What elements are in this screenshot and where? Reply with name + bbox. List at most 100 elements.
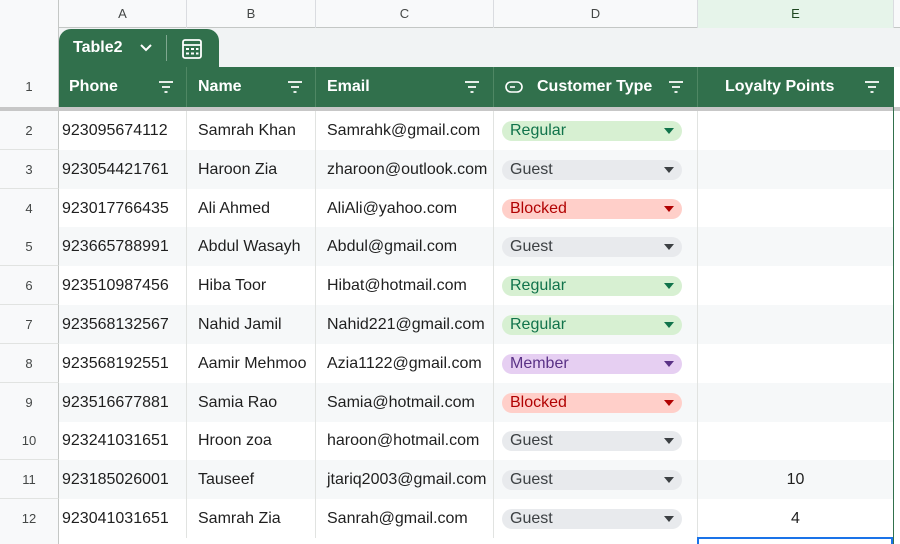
row-number[interactable]: 5: [0, 227, 59, 266]
row-number[interactable]: 7: [0, 305, 59, 344]
chevron-down-icon[interactable]: [139, 42, 153, 54]
customer-type-dropdown-chip[interactable]: Member: [502, 354, 682, 374]
phone-cell[interactable]: 923095674112: [59, 111, 187, 150]
customer-type-dropdown-chip[interactable]: Blocked: [502, 393, 682, 413]
dropdown-arrow-icon[interactable]: [664, 516, 674, 522]
customer-type-cell[interactable]: Guest: [494, 460, 698, 499]
selected-cell[interactable]: [697, 537, 893, 544]
dropdown-arrow-icon[interactable]: [664, 322, 674, 328]
phone-cell[interactable]: 923568132567: [59, 305, 187, 344]
email-cell[interactable]: Azia1122@gmail.com: [316, 344, 494, 383]
loyalty-points-cell[interactable]: [698, 150, 893, 189]
customer-type-cell[interactable]: Guest: [494, 227, 698, 266]
header-cell-email[interactable]: Email: [316, 67, 494, 107]
row-number[interactable]: 11: [0, 460, 59, 499]
email-cell[interactable]: jtariq2003@gmail.com: [316, 460, 494, 499]
column-header-d[interactable]: D: [494, 0, 698, 28]
header-cell-name[interactable]: Name: [187, 67, 316, 107]
name-cell[interactable]: Haroon Zia: [187, 150, 316, 189]
name-cell[interactable]: Ali Ahmed: [187, 189, 316, 228]
customer-type-cell[interactable]: Regular: [494, 305, 698, 344]
email-cell[interactable]: Sanrah@gmail.com: [316, 499, 494, 538]
customer-type-cell[interactable]: Member: [494, 344, 698, 383]
loyalty-points-cell[interactable]: 4: [698, 499, 893, 538]
dropdown-arrow-icon[interactable]: [664, 361, 674, 367]
loyalty-points-cell[interactable]: [698, 266, 893, 305]
dropdown-arrow-icon[interactable]: [664, 400, 674, 406]
email-cell[interactable]: Abdul@gmail.com: [316, 227, 494, 266]
name-cell[interactable]: Samrah Zia: [187, 499, 316, 538]
customer-type-dropdown-chip[interactable]: Guest: [502, 431, 682, 451]
loyalty-points-cell[interactable]: [698, 383, 893, 422]
dropdown-arrow-icon[interactable]: [664, 438, 674, 444]
phone-cell[interactable]: 923665788991: [59, 227, 187, 266]
dropdown-arrow-icon[interactable]: [664, 128, 674, 134]
select-all-corner[interactable]: [0, 0, 59, 28]
dropdown-arrow-icon[interactable]: [664, 206, 674, 212]
name-cell[interactable]: Hroon zoa: [187, 421, 316, 460]
name-cell[interactable]: Aamir Mehmoo: [187, 344, 316, 383]
filter-icon[interactable]: [464, 80, 480, 94]
row-number[interactable]: 10: [0, 421, 59, 460]
customer-type-cell[interactable]: Blocked: [494, 383, 698, 422]
filter-icon[interactable]: [158, 80, 174, 94]
row-number[interactable]: 3: [0, 150, 59, 189]
phone-cell[interactable]: 923241031651: [59, 421, 187, 460]
phone-cell[interactable]: 923185026001: [59, 460, 187, 499]
name-cell[interactable]: Abdul Wasayh: [187, 227, 316, 266]
customer-type-dropdown-chip[interactable]: Guest: [502, 470, 682, 490]
loyalty-points-cell[interactable]: [698, 111, 893, 150]
dropdown-arrow-icon[interactable]: [664, 283, 674, 289]
name-cell[interactable]: Samia Rao: [187, 383, 316, 422]
column-header-a[interactable]: A: [59, 0, 187, 28]
phone-cell[interactable]: 923510987456: [59, 266, 187, 305]
customer-type-cell[interactable]: Regular: [494, 266, 698, 305]
filter-icon[interactable]: [668, 80, 684, 94]
customer-type-cell[interactable]: Guest: [494, 150, 698, 189]
email-cell[interactable]: haroon@hotmail.com: [316, 421, 494, 460]
name-cell[interactable]: Hiba Toor: [187, 266, 316, 305]
customer-type-dropdown-chip[interactable]: Guest: [502, 160, 682, 180]
dropdown-arrow-icon[interactable]: [664, 167, 674, 173]
column-header-b[interactable]: B: [187, 0, 316, 28]
customer-type-cell[interactable]: Guest: [494, 421, 698, 460]
loyalty-points-cell[interactable]: [698, 305, 893, 344]
loyalty-points-cell[interactable]: [698, 421, 893, 460]
phone-cell[interactable]: 923054421761: [59, 150, 187, 189]
row-number[interactable]: 2: [0, 111, 59, 150]
row-number[interactable]: 1: [0, 67, 59, 107]
loyalty-points-cell[interactable]: [698, 227, 893, 266]
column-header-e[interactable]: E: [698, 0, 894, 28]
dropdown-arrow-icon[interactable]: [664, 477, 674, 483]
email-cell[interactable]: Hibat@hotmail.com: [316, 266, 494, 305]
customer-type-cell[interactable]: Guest: [494, 499, 698, 538]
name-cell[interactable]: Samrah Khan: [187, 111, 316, 150]
row-number[interactable]: 9: [0, 383, 59, 422]
dropdown-arrow-icon[interactable]: [664, 244, 674, 250]
email-cell[interactable]: zharoon@outlook.com: [316, 150, 494, 189]
header-cell-phone[interactable]: Phone: [59, 67, 187, 107]
email-cell[interactable]: Nahid221@gmail.com: [316, 305, 494, 344]
name-cell[interactable]: Tauseef: [187, 460, 316, 499]
row-number[interactable]: 6: [0, 266, 59, 305]
loyalty-points-cell[interactable]: 10: [698, 460, 893, 499]
header-cell-loyalty-points[interactable]: Loyalty Points: [698, 67, 893, 107]
customer-type-cell[interactable]: Regular: [494, 111, 698, 150]
email-cell[interactable]: Samia@hotmail.com: [316, 383, 494, 422]
customer-type-dropdown-chip[interactable]: Regular: [502, 121, 682, 141]
customer-type-dropdown-chip[interactable]: Blocked: [502, 199, 682, 219]
phone-cell[interactable]: 923568192551: [59, 344, 187, 383]
phone-cell[interactable]: 923041031651: [59, 499, 187, 538]
loyalty-points-cell[interactable]: [698, 344, 893, 383]
customer-type-cell[interactable]: Blocked: [494, 189, 698, 228]
row-number[interactable]: 4: [0, 189, 59, 228]
table-calculator-icon[interactable]: [181, 38, 203, 60]
customer-type-dropdown-chip[interactable]: Regular: [502, 315, 682, 335]
filter-icon[interactable]: [287, 80, 303, 94]
row-number[interactable]: 12: [0, 499, 59, 538]
phone-cell[interactable]: 923017766435: [59, 189, 187, 228]
customer-type-dropdown-chip[interactable]: Regular: [502, 276, 682, 296]
name-cell[interactable]: Nahid Jamil: [187, 305, 316, 344]
header-cell-customer-type[interactable]: Customer Type: [494, 67, 698, 107]
row-number[interactable]: 8: [0, 344, 59, 383]
